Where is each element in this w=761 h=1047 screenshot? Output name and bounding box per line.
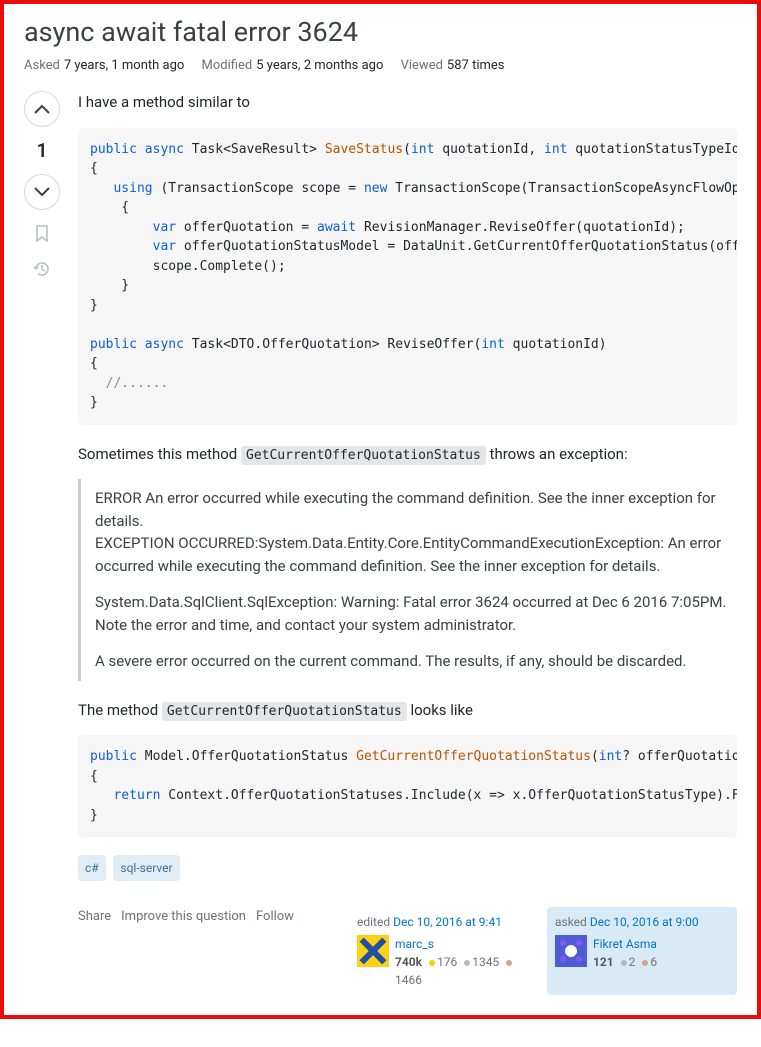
chevron-down-icon — [34, 187, 50, 197]
asked-value: 7 years, 1 month ago — [64, 58, 184, 73]
asker-name[interactable]: Fikret Asma — [593, 935, 657, 953]
avatar[interactable] — [357, 935, 389, 967]
inline-code: GetCurrentOfferQuotationStatus — [241, 446, 486, 465]
tag-list: c# sql-server — [78, 855, 737, 881]
error-text-3: A severe error occurred on the current c… — [95, 650, 737, 673]
viewed-label: Viewed — [401, 58, 443, 73]
gold-badge-icon — [429, 960, 435, 966]
vote-column: 1 — [24, 91, 60, 995]
post-body: I have a method similar to public async … — [78, 91, 737, 995]
code-block-1: public async Task<SaveResult> SaveStatus… — [78, 128, 737, 425]
modified-value: 5 years, 2 months ago — [256, 58, 383, 73]
viewed-value: 587 times — [447, 58, 505, 73]
error-text-1: ERROR An error occurred while executing … — [95, 487, 737, 577]
bronze-badge-icon — [506, 960, 512, 966]
asked-timestamp[interactable]: Dec 10, 2016 at 9:00 — [590, 915, 699, 929]
asker-rep: 121 2 6 — [593, 953, 657, 971]
vote-count: 1 — [37, 139, 48, 162]
code-block-2: public Model.OfferQuotationStatus GetCur… — [78, 735, 737, 837]
chevron-up-icon — [34, 104, 50, 114]
modified-label: Modified — [202, 58, 253, 73]
avatar[interactable] — [555, 935, 587, 967]
follow-link[interactable]: Follow — [256, 907, 294, 927]
improve-link[interactable]: Improve this question — [121, 907, 246, 927]
bronze-badge-icon — [642, 960, 648, 966]
page-title: async await fatal error 3624 — [24, 16, 737, 48]
tag-sqlserver[interactable]: sql-server — [113, 855, 179, 881]
asker-card: asked Dec 10, 2016 at 9:00 Fikret Asma 1… — [547, 907, 737, 995]
error-blockquote: ERROR An error occurred while executing … — [78, 479, 737, 681]
upvote-button[interactable] — [24, 91, 60, 127]
asked-label: Asked — [24, 58, 60, 73]
error-text-2: System.Data.SqlClient.SqlException: Warn… — [95, 591, 737, 636]
editor-rep: 740k 176 1345 1466 — [395, 953, 514, 989]
silver-badge-icon — [621, 960, 627, 966]
editor-name[interactable]: marc_s — [395, 935, 514, 953]
tag-csharp[interactable]: c# — [78, 855, 106, 881]
intro-text: I have a method similar to — [78, 91, 737, 114]
history-icon — [33, 260, 51, 278]
silver-badge-icon — [464, 960, 470, 966]
bookmark-button[interactable] — [33, 224, 51, 246]
share-link[interactable]: Share — [78, 907, 111, 927]
bookmark-icon — [33, 224, 51, 242]
inline-code: GetCurrentOfferQuotationStatus — [162, 702, 407, 721]
paragraph-2: Sometimes this method GetCurrentOfferQuo… — [78, 443, 737, 466]
question-stats: Asked 7 years, 1 month ago Modified5 year… — [24, 58, 737, 73]
editor-card: edited Dec 10, 2016 at 9:41 marc_s 740k … — [349, 907, 539, 995]
post-actions: Share Improve this question Follow — [78, 907, 294, 927]
edit-timestamp[interactable]: Dec 10, 2016 at 9:41 — [393, 915, 502, 929]
downvote-button[interactable] — [24, 174, 60, 210]
paragraph-3: The method GetCurrentOfferQuotationStatu… — [78, 699, 737, 722]
history-button[interactable] — [33, 260, 51, 282]
